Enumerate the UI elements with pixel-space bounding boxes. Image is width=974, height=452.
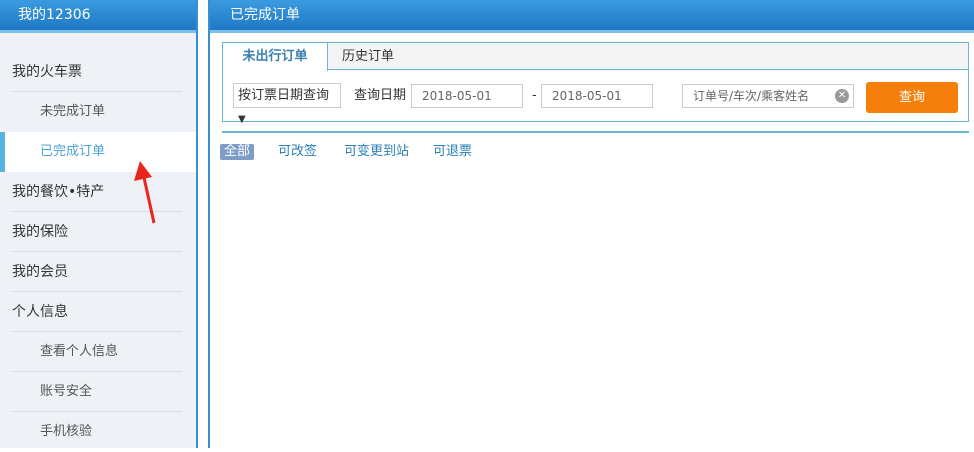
- sidebar-item-membership[interactable]: 我的会员: [0, 252, 196, 292]
- label: 查看个人信息: [40, 344, 119, 359]
- sidebar-item-train-tickets[interactable]: 我的火车票: [0, 52, 196, 92]
- main-panel: 已完成订单 未出行订单 历史订单 按订票日期查询 ▼ 查询日期 2018-05-…: [208, 0, 974, 448]
- filter-change-station[interactable]: 可变更到站: [344, 144, 409, 160]
- label: 个人信息: [12, 304, 68, 320]
- tab-upcoming-orders[interactable]: 未出行订单: [223, 43, 328, 71]
- label: 我的餐饮•特产: [12, 184, 105, 200]
- start-date-input[interactable]: 2018-05-01: [411, 84, 523, 108]
- tab-history-orders[interactable]: 历史订单: [328, 43, 408, 70]
- query-type-value: 按订票日期查询: [238, 88, 330, 103]
- divider: [222, 131, 969, 133]
- query-box: 未出行订单 历史订单 按订票日期查询 ▼ 查询日期 2018-05-01 - 2…: [222, 42, 969, 125]
- sidebar-item-view-info[interactable]: 查看个人信息: [0, 332, 196, 372]
- page-title: 已完成订单: [210, 0, 974, 33]
- date-separator: -: [532, 88, 537, 103]
- label: 未完成订单: [40, 104, 106, 119]
- query-type-select[interactable]: 按订票日期查询 ▼: [233, 83, 341, 125]
- search-placeholder: 订单号/车次/乘客姓名: [693, 89, 810, 103]
- date-label: 查询日期: [354, 88, 407, 103]
- filter-all[interactable]: 全部: [220, 144, 255, 160]
- label: 我的火车票: [12, 64, 82, 80]
- dropdown-arrow-icon: ▼: [238, 114, 246, 125]
- label: 账号安全: [40, 384, 93, 399]
- sidebar-item-phone-verify[interactable]: 手机核验: [0, 412, 196, 452]
- tab-bar: 未出行订单 历史订单: [223, 43, 968, 71]
- annotation-arrow-icon: [134, 161, 156, 224]
- search-button[interactable]: 查询: [866, 82, 958, 113]
- label: 我的保险: [12, 224, 68, 240]
- filter-refundable[interactable]: 可退票: [433, 144, 472, 160]
- sidebar-item-account-security[interactable]: 账号安全: [0, 372, 196, 412]
- sidebar-item-incomplete-orders[interactable]: 未完成订单: [0, 92, 196, 132]
- search-input[interactable]: 订单号/车次/乘客姓名 ✕: [682, 84, 854, 108]
- sidebar-item-personal-info[interactable]: 个人信息: [0, 292, 196, 332]
- sidebar-title: 我的12306: [0, 0, 196, 33]
- label: 手机核验: [40, 424, 93, 439]
- clear-icon[interactable]: ✕: [835, 89, 849, 103]
- filter-changeable[interactable]: 可改签: [278, 144, 317, 160]
- label: 已完成订单: [40, 144, 106, 159]
- label: 我的会员: [12, 264, 68, 280]
- end-date-input[interactable]: 2018-05-01: [541, 84, 653, 108]
